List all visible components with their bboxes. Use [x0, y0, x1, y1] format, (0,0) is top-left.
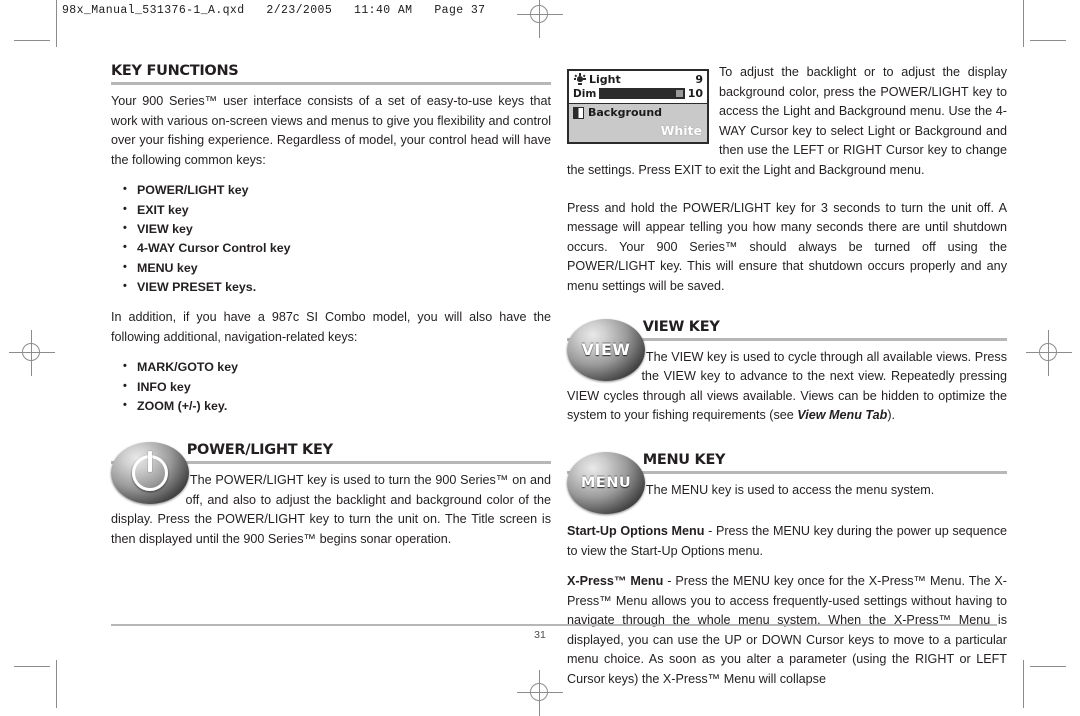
lcd-dim-value: 10 [687, 87, 703, 100]
list-item: VIEW key [123, 219, 551, 239]
startup-options-label: Start-Up Options Menu [567, 523, 705, 538]
page-number: 31 [534, 629, 546, 641]
power-symbol-icon [132, 451, 168, 492]
list-item: ZOOM (+/-) key. [123, 396, 551, 416]
list-item: MARK/GOTO key [123, 357, 551, 377]
list-item: INFO key [123, 377, 551, 397]
menu-button-graphic: MENU [567, 451, 651, 514]
lcd-background-row: Background [569, 103, 707, 120]
additional-keys-list: MARK/GOTO key INFO key ZOOM (+/-) key. [111, 357, 551, 416]
key-functions-intro: Your 900 Series™ user interface consists… [111, 94, 551, 167]
lcd-light-row: Light 9 [569, 71, 707, 87]
key-functions-heading: KEY FUNCTIONS [111, 63, 239, 79]
menu-button-label: MENU [580, 474, 632, 491]
xpress-menu-label: X-Press™ Menu [567, 574, 664, 589]
additional-keys-intro: In addition, if you have a 987c SI Combo… [111, 310, 551, 344]
menu-button: MENU [567, 451, 645, 514]
lcd-light-label: Light [589, 73, 621, 86]
lcd-screenshot: Light 9 Dim 10 Background White [567, 69, 709, 144]
lcd-background-value: White [660, 123, 702, 138]
left-column: KEY FUNCTIONS Your 900 Series™ user inte… [111, 63, 551, 550]
lcd-light-value: 9 [695, 73, 703, 86]
footer-rule [111, 624, 997, 626]
lcd-background-label: Background [588, 106, 663, 119]
background-contrast-icon [573, 106, 584, 119]
lcd-dim-slider [599, 88, 685, 99]
view-key-body-part2: ). [887, 408, 896, 423]
startup-options-paragraph: Start-Up Options Menu - Press the MENU k… [567, 522, 1007, 561]
power-light-key-block: POWER/LIGHT KEY The POWER/LIGHT key is u… [111, 442, 551, 549]
power-light-button-graphic [111, 442, 195, 505]
list-item: 4-WAY Cursor Control key [123, 238, 551, 258]
view-button-label: VIEW [581, 340, 631, 360]
lcd-dim-slider-knob [675, 90, 683, 97]
lcd-background-value-row: White [569, 120, 707, 142]
menu-key-block: MENU MENU KEY The MENU key is used to ac… [567, 451, 1007, 514]
right-column: To adjust the backlight or to adjust the… [567, 63, 1007, 690]
view-button-graphic: VIEW [567, 318, 651, 381]
manual-page: KEY FUNCTIONS Your 900 Series™ user inte… [0, 0, 1080, 708]
heading-rule [111, 82, 551, 85]
list-item: POWER/LIGHT key [123, 180, 551, 200]
lcd-dim-row: Dim 10 [569, 87, 707, 103]
lcd-dim-label: Dim [573, 87, 597, 100]
light-bulb-icon [573, 73, 586, 86]
view-key-block: VIEW VIEW KEY The VIEW key is used to cy… [567, 318, 1007, 426]
list-item: MENU key [123, 258, 551, 278]
list-item: EXIT key [123, 200, 551, 220]
view-button: VIEW [567, 318, 645, 381]
view-menu-tab-reference: View Menu Tab [797, 408, 888, 423]
common-keys-list: POWER/LIGHT key EXIT key VIEW key 4-WAY … [111, 180, 551, 297]
list-item: VIEW PRESET keys. [123, 277, 551, 297]
shutdown-instructions: Press and hold the POWER/LIGHT key for 3… [567, 200, 1007, 293]
power-light-button [111, 442, 189, 505]
